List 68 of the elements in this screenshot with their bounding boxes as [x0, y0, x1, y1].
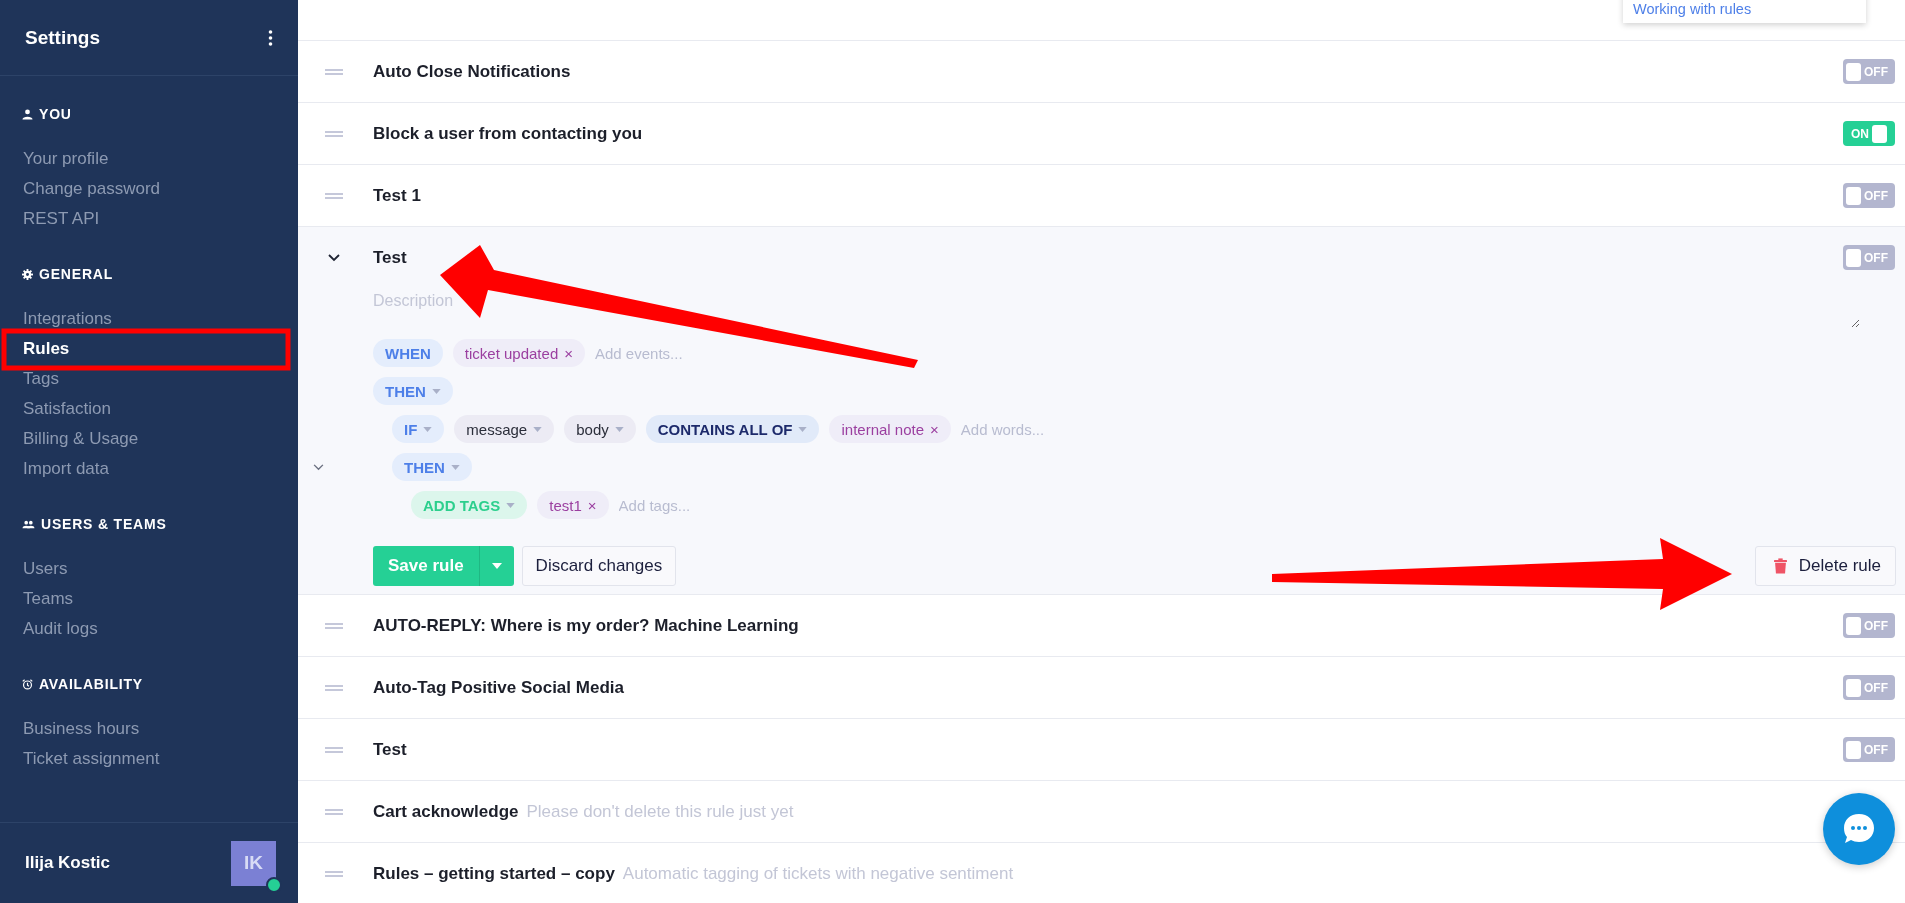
remove-icon[interactable]: ×: [587, 496, 597, 514]
nav-item[interactable]: Import data: [0, 454, 132, 484]
nav-item[interactable]: Tags: [0, 364, 82, 394]
discard-changes-button[interactable]: Discard changes: [521, 546, 677, 586]
delete-rule-button[interactable]: Delete rule: [1754, 546, 1896, 586]
operator-dropdown[interactable]: CONTAINS ALL OF: [645, 415, 820, 443]
help-link[interactable]: Working with rules: [1633, 1, 1752, 17]
nav-item[interactable]: REST API: [0, 204, 123, 234]
trash-icon: [1773, 558, 1787, 574]
drag-handle-icon[interactable]: [325, 130, 343, 137]
alarm-clock-icon: [22, 678, 33, 690]
keyword-dropdown[interactable]: IF: [392, 415, 445, 443]
drag-handle-icon[interactable]: [325, 870, 343, 877]
section-heading: YOU: [39, 106, 72, 122]
gear-icon: [22, 268, 33, 280]
nav-item[interactable]: Ticket assignment: [0, 744, 183, 774]
rule-title[interactable]: AUTO-REPLY: Where is my order? Machine Learning: [373, 615, 799, 636]
drag-handle-icon[interactable]: [325, 192, 343, 199]
add-input-field[interactable]: Add tags...: [618, 496, 749, 514]
drag-handle-icon[interactable]: [325, 684, 343, 691]
nav-item[interactable]: Your profile: [0, 144, 132, 174]
more-options-icon[interactable]: [268, 29, 273, 46]
field-dropdown[interactable]: message: [454, 415, 555, 443]
drag-handle-icon[interactable]: [325, 808, 343, 815]
section-heading: AVAILABILITY: [39, 676, 143, 692]
keyword-dropdown[interactable]: THEN: [392, 453, 472, 481]
user-name: Ilija Kostic: [25, 853, 112, 873]
value-tag[interactable]: ticket updated ×: [452, 339, 585, 367]
drag-handle-icon[interactable]: [325, 68, 343, 75]
rule-title[interactable]: Block a user from contacting you: [373, 123, 643, 144]
people-icon: [22, 518, 35, 530]
chevron-down-icon[interactable]: [328, 253, 340, 262]
nav-item[interactable]: Users: [0, 554, 91, 584]
nav-item[interactable]: Business hours: [0, 714, 163, 744]
nav-item[interactable]: Change password: [0, 174, 184, 204]
rule-title[interactable]: Cart acknowledge: [373, 801, 519, 822]
caret-icon[interactable]: [491, 563, 502, 569]
rule-description: Automatic tagging of tickets with negative sentiment: [622, 863, 1014, 884]
nav-item[interactable]: Integrations: [0, 304, 135, 334]
chat-button[interactable]: [1823, 793, 1895, 865]
value-tag[interactable]: test1 ×: [537, 491, 609, 519]
person-icon: [22, 108, 33, 120]
add-input-field[interactable]: Add events...: [595, 344, 725, 362]
nav-item[interactable]: Rules: [0, 334, 93, 364]
field-dropdown[interactable]: body: [564, 415, 636, 443]
remove-icon[interactable]: ×: [564, 344, 573, 362]
nav-item[interactable]: Teams: [0, 584, 97, 614]
drag-handle-icon[interactable]: [325, 622, 343, 629]
nav-item[interactable]: Audit logs: [0, 614, 121, 644]
value-tag[interactable]: internal note ×: [829, 415, 951, 443]
nav-item[interactable]: Satisfaction: [0, 394, 134, 424]
user-avatar[interactable]: IK: [231, 840, 276, 886]
sidebar-title: Settings: [25, 26, 100, 49]
rule-description: Please don't delete this rule just yet: [526, 801, 794, 822]
nav-item[interactable]: Billing & Usage: [0, 424, 162, 454]
add-input-field[interactable]: Add words...: [960, 420, 1091, 438]
rule-title[interactable]: Auto Close Notifications: [373, 61, 571, 82]
section-heading: USERS & TEAMS: [41, 516, 167, 532]
remove-icon[interactable]: ×: [930, 420, 939, 438]
rule-title[interactable]: Test 1: [373, 185, 421, 206]
drag-handle-icon[interactable]: [325, 746, 343, 753]
rule-title[interactable]: Test: [373, 739, 407, 760]
keyword-dropdown[interactable]: WHEN: [373, 339, 443, 367]
rule-title[interactable]: Test: [373, 247, 407, 268]
rule-title[interactable]: Rules – getting started – copy: [373, 863, 615, 884]
section-heading: GENERAL: [39, 266, 114, 282]
keyword-dropdown[interactable]: THEN: [373, 377, 453, 405]
rule-title[interactable]: Auto-Tag Positive Social Media: [373, 677, 624, 698]
